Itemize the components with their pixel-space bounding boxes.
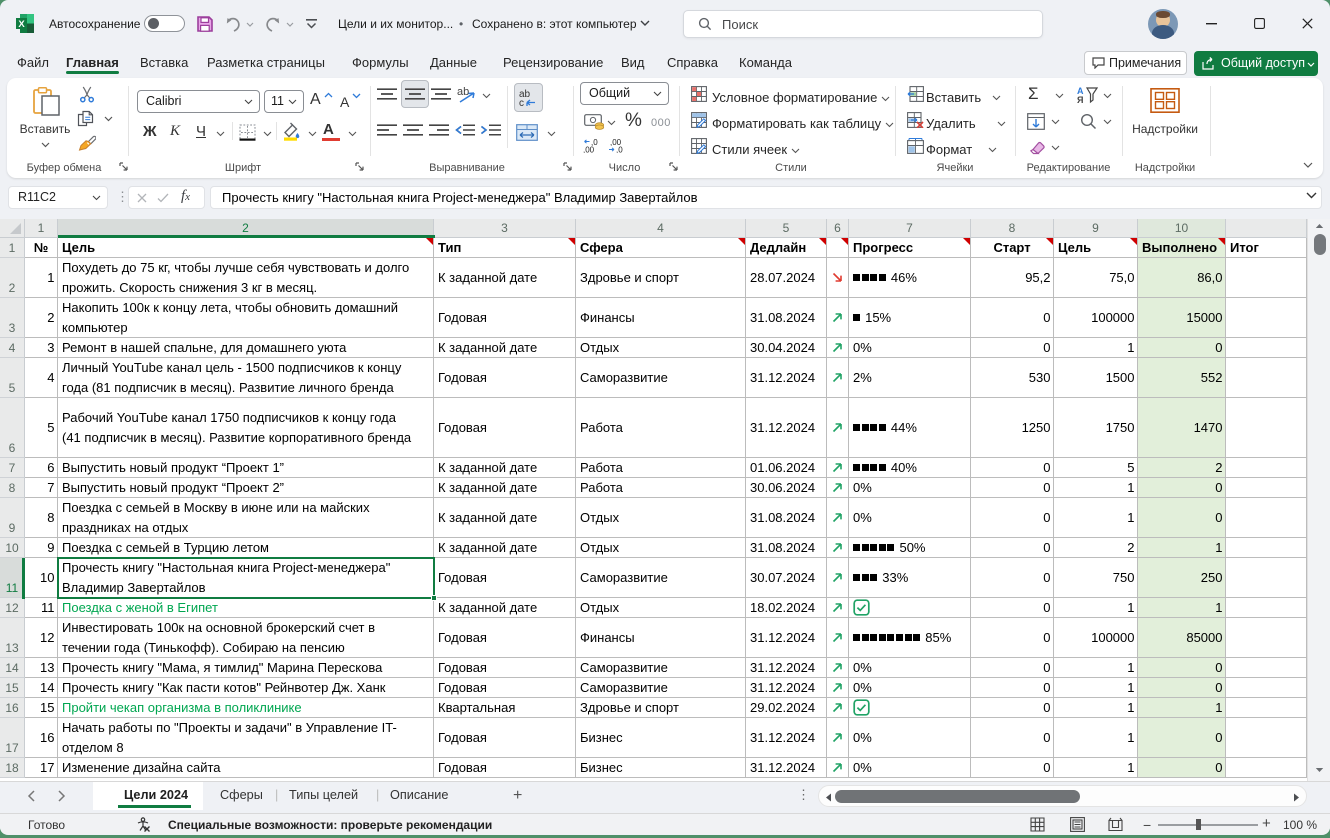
svg-text:c: c	[519, 98, 524, 107]
svg-text:X: X	[18, 19, 25, 30]
svg-text:,0: ,0	[616, 146, 623, 154]
svg-text:,00: ,00	[583, 146, 595, 154]
svg-text:Я: Я	[1077, 95, 1083, 104]
svg-text:ab: ab	[457, 86, 469, 98]
